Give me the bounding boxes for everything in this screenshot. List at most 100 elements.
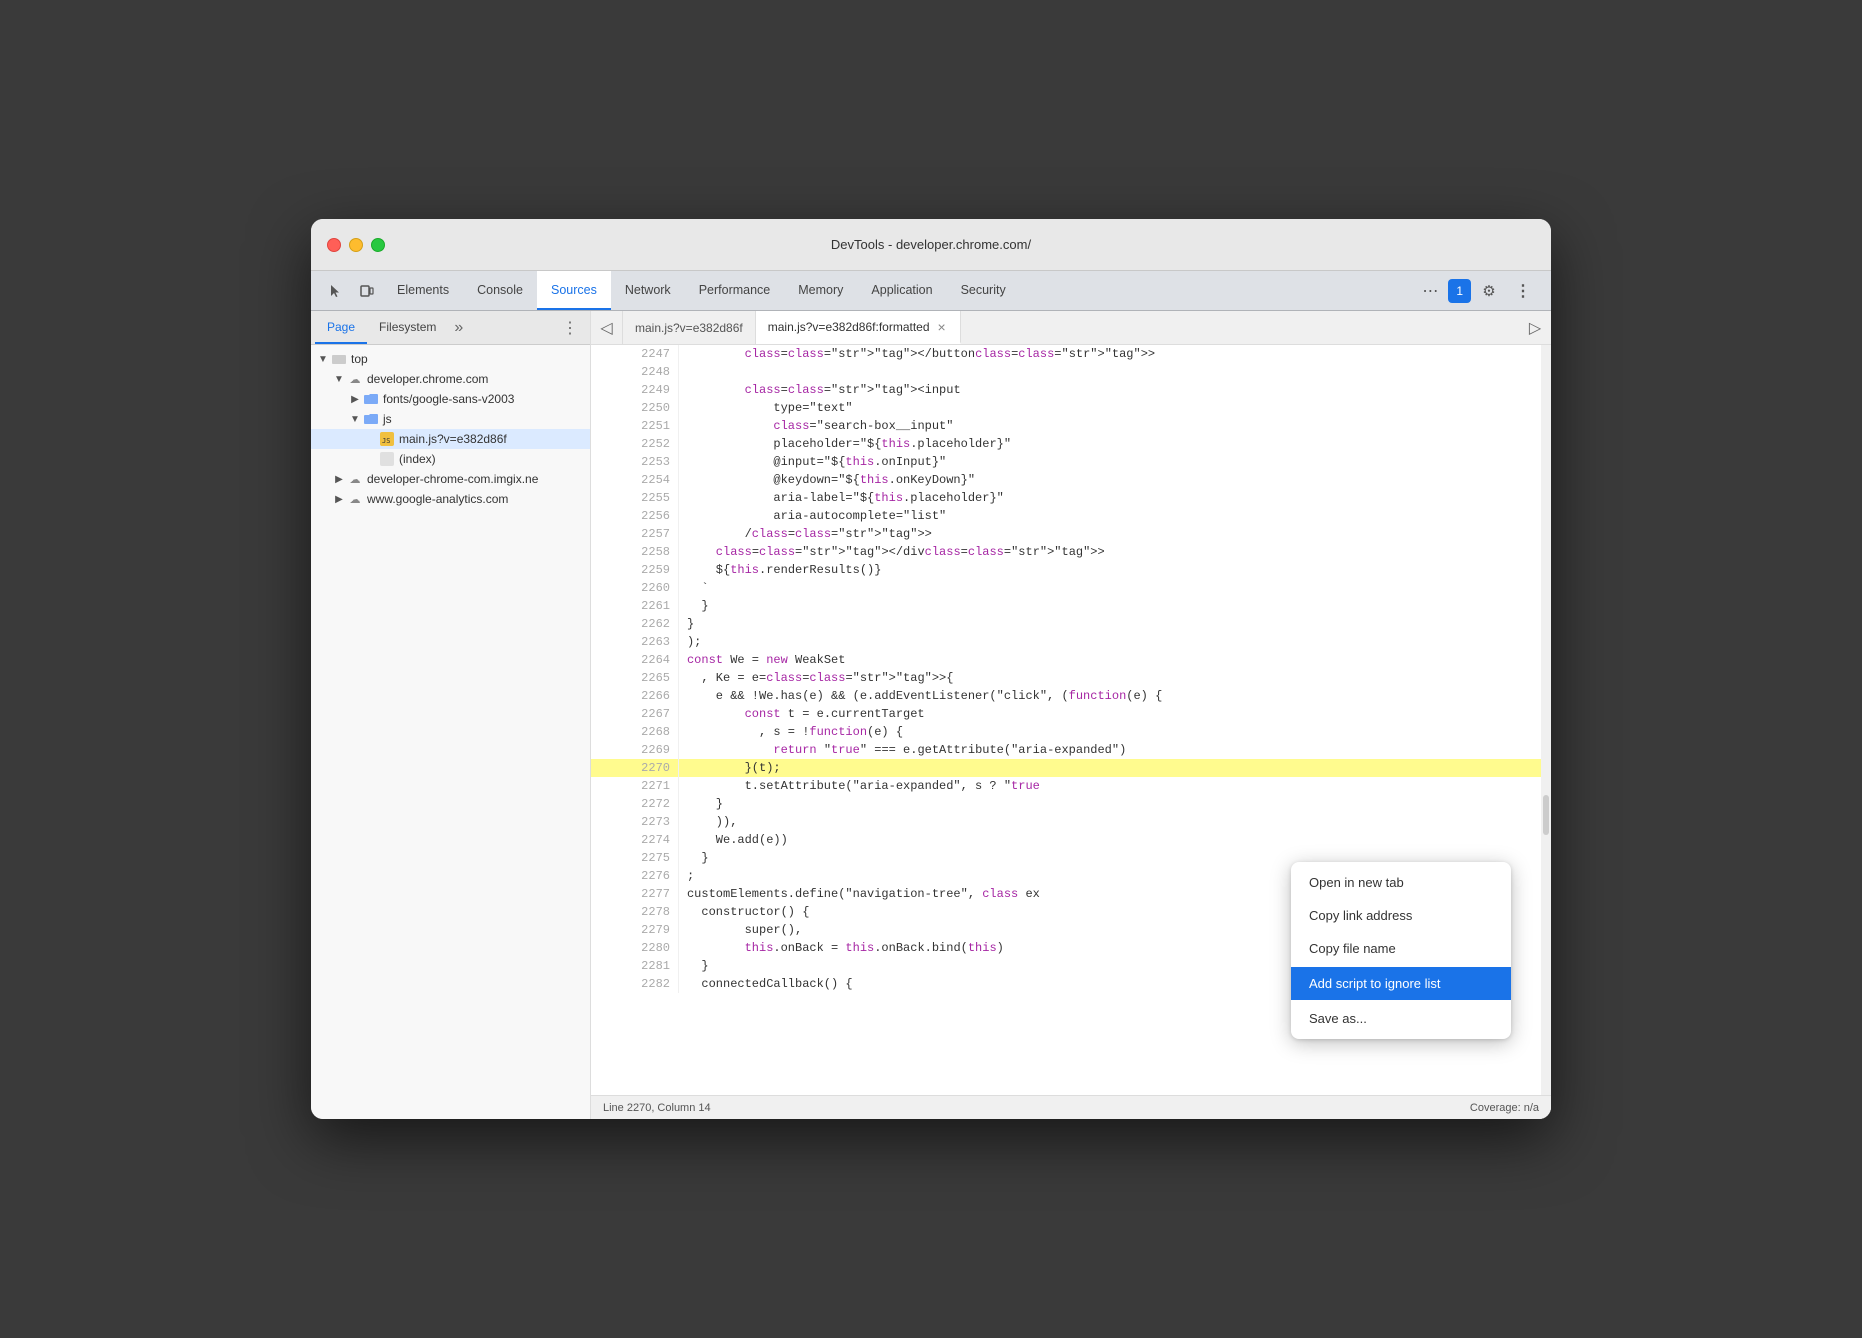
editor-area: ◁ main.js?v=e382d86f main.js?v=e382d86f:… (591, 311, 1551, 1119)
sidebar-file-tree: ▼ top ▼ ☁ developer.chrome.com ▶ (311, 345, 590, 1119)
tab-sources[interactable]: Sources (537, 271, 611, 310)
line-number: 2250 (591, 399, 678, 417)
line-number: 2249 (591, 381, 678, 399)
table-row: 2255 aria-label="${this.placeholder}" (591, 489, 1551, 507)
tab-performance[interactable]: Performance (685, 271, 785, 310)
line-number: 2269 (591, 741, 678, 759)
devtools-tabbar: Elements Console Sources Network Perform… (311, 271, 1551, 311)
close-button[interactable] (327, 238, 341, 252)
line-code: const t = e.currentTarget (678, 705, 1551, 723)
window-title: DevTools - developer.chrome.com/ (831, 237, 1031, 252)
table-row: 2257 /class=class="str">"tag">> (591, 525, 1551, 543)
tree-item-index[interactable]: (index) (311, 449, 590, 469)
line-number: 2251 (591, 417, 678, 435)
coverage-status: Coverage: n/a (1470, 1102, 1539, 1114)
table-row: 2262} (591, 615, 1551, 633)
folder-icon (363, 411, 379, 427)
line-number: 2268 (591, 723, 678, 741)
context-menu-item-copy-filename[interactable]: Copy file name (1291, 932, 1511, 965)
line-number: 2276 (591, 867, 678, 885)
tree-item-imgix[interactable]: ▶ ☁ developer-chrome-com.imgix.ne (311, 469, 590, 489)
arrow-icon: ▼ (315, 354, 331, 365)
svg-text:JS: JS (382, 437, 390, 445)
line-code: e && !We.has(e) && (e.addEventListener("… (678, 687, 1551, 705)
sidebar-tabs: Page Filesystem » ⋮ (311, 311, 590, 345)
sidebar-tab-page[interactable]: Page (315, 311, 367, 344)
context-menu-item-open-new-tab[interactable]: Open in new tab (1291, 866, 1511, 899)
overflow-menu-icon[interactable]: ⋮ (1507, 281, 1539, 301)
table-row: 2263); (591, 633, 1551, 651)
line-number: 2261 (591, 597, 678, 615)
tab-application[interactable]: Application (857, 271, 946, 310)
line-code: )), (678, 813, 1551, 831)
tab-memory[interactable]: Memory (784, 271, 857, 310)
scrollbar-track[interactable] (1541, 345, 1551, 1095)
context-menu-item-save-as[interactable]: Save as... (1291, 1002, 1511, 1035)
context-menu-item-add-ignore[interactable]: Add script to ignore list (1291, 967, 1511, 1000)
context-menu-item-copy-link[interactable]: Copy link address (1291, 899, 1511, 932)
sidebar-tab-more[interactable]: » (448, 311, 469, 344)
notifications-badge[interactable]: 1 (1448, 279, 1471, 303)
line-code: t.setAttribute("aria-expanded", s ? "tru… (678, 777, 1551, 795)
table-row: 2271 t.setAttribute("aria-expanded", s ?… (591, 777, 1551, 795)
line-number: 2252 (591, 435, 678, 453)
devtools-right-icons: ⋯ 1 ⚙ ⋮ (1414, 271, 1543, 310)
table-row: 2249 class=class="str">"tag"><input (591, 381, 1551, 399)
table-row: 2260 ` (591, 579, 1551, 597)
traffic-lights (327, 238, 385, 252)
cursor-position: Line 2270, Column 14 (603, 1102, 711, 1114)
line-number: 2271 (591, 777, 678, 795)
sidebar-menu-icon[interactable]: ⋮ (554, 311, 586, 344)
close-tab-icon[interactable]: × (936, 319, 948, 335)
arrow-icon: ▼ (347, 414, 363, 425)
maximize-button[interactable] (371, 238, 385, 252)
table-row: 2252 placeholder="${this.placeholder}" (591, 435, 1551, 453)
line-code: class=class="str">"tag"></buttonclass=cl… (678, 345, 1551, 363)
arrow-icon: ▶ (331, 494, 347, 505)
line-number: 2279 (591, 921, 678, 939)
table-row: 2274 We.add(e)) (591, 831, 1551, 849)
settings-icon[interactable]: ⚙ (1473, 282, 1505, 300)
arrow-icon: ▶ (347, 394, 363, 405)
sidebar-toggle-icon[interactable]: ◁ (591, 311, 623, 344)
editor-tab-main-js[interactable]: main.js?v=e382d86f (623, 311, 756, 344)
sidebar-tab-filesystem[interactable]: Filesystem (367, 311, 448, 344)
device-icon[interactable] (351, 271, 383, 310)
cloud-icon: ☁ (347, 491, 363, 507)
folder-icon (363, 391, 379, 407)
tree-item-top[interactable]: ▼ top (311, 349, 590, 369)
table-row: 2273 )), (591, 813, 1551, 831)
tree-item-js-folder[interactable]: ▼ js (311, 409, 590, 429)
line-number: 2273 (591, 813, 678, 831)
table-row: 2256 aria-autocomplete="list" (591, 507, 1551, 525)
table-row: 2254 @keydown="${this.onKeyDown}" (591, 471, 1551, 489)
line-number: 2254 (591, 471, 678, 489)
cursor-icon[interactable] (319, 271, 351, 310)
line-number: 2259 (591, 561, 678, 579)
tab-network[interactable]: Network (611, 271, 685, 310)
tree-item-analytics[interactable]: ▶ ☁ www.google-analytics.com (311, 489, 590, 509)
line-code: , s = !function(e) { (678, 723, 1551, 741)
editor-tab-main-js-formatted[interactable]: main.js?v=e382d86f:formatted × (756, 311, 961, 344)
tab-elements[interactable]: Elements (383, 271, 463, 310)
tree-item-developer-chrome[interactable]: ▼ ☁ developer.chrome.com (311, 369, 590, 389)
minimize-button[interactable] (349, 238, 363, 252)
line-code: ); (678, 633, 1551, 651)
line-code: type="text" (678, 399, 1551, 417)
scrollbar-thumb[interactable] (1543, 795, 1549, 835)
line-number: 2262 (591, 615, 678, 633)
collapse-panel-icon[interactable]: ▷ (1519, 311, 1551, 344)
tab-security[interactable]: Security (947, 271, 1020, 310)
tree-item-fonts[interactable]: ▶ fonts/google-sans-v2003 (311, 389, 590, 409)
tree-item-main-js[interactable]: JS main.js?v=e382d86f (311, 429, 590, 449)
more-tabs-icon[interactable]: ⋯ (1414, 281, 1446, 301)
line-code: class=class="str">"tag"></divclass=class… (678, 543, 1551, 561)
main-content: Page Filesystem » ⋮ ▼ top (311, 311, 1551, 1119)
editor-tabs: ◁ main.js?v=e382d86f main.js?v=e382d86f:… (591, 311, 1551, 345)
line-code: We.add(e)) (678, 831, 1551, 849)
line-number: 2256 (591, 507, 678, 525)
line-number: 2270 (591, 759, 678, 777)
line-code: } (678, 615, 1551, 633)
tab-console[interactable]: Console (463, 271, 537, 310)
line-number: 2280 (591, 939, 678, 957)
